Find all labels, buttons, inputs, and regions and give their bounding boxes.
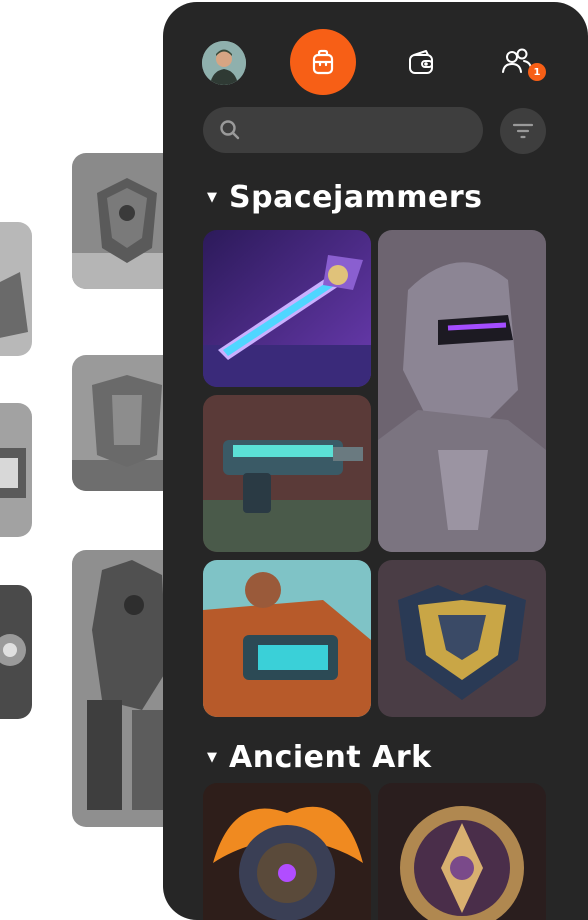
filter-icon [512,123,534,139]
background-tile-left-3 [0,585,32,719]
search-input[interactable] [251,120,475,140]
nav-inventory-button[interactable] [290,29,356,95]
item-card-blaster-gun[interactable] [203,395,371,552]
item-card-ornate-medallion[interactable] [378,783,546,920]
app-panel: 1 ▼ Spacejammers ▼ Ancient Ark [163,2,588,920]
wallet-icon [409,50,433,74]
nav-wallet-button[interactable] [399,43,443,83]
avatar[interactable] [202,41,246,85]
filter-button[interactable] [500,108,546,154]
section-title: Ancient Ark [229,740,432,775]
search-bar[interactable] [203,107,483,153]
item-card-armored-knight[interactable] [378,230,546,552]
section-header-spacejammers[interactable]: ▼ Spacejammers [207,180,483,215]
item-card-mech-vehicle[interactable] [203,560,371,717]
item-card-golden-armor[interactable] [378,560,546,717]
collapse-triangle-icon: ▼ [207,750,217,765]
section-title: Spacejammers [229,180,483,215]
search-icon [220,120,240,140]
background-tile-left-2 [0,403,32,537]
collapse-triangle-icon: ▼ [207,190,217,205]
item-card-energy-sword[interactable] [203,230,371,387]
item-card-fire-orb[interactable] [203,783,371,920]
backpack-icon [312,49,334,75]
notification-badge: 1 [528,63,546,81]
background-tile-left-1 [0,222,32,356]
section-header-ancient-ark[interactable]: ▼ Ancient Ark [207,740,432,775]
